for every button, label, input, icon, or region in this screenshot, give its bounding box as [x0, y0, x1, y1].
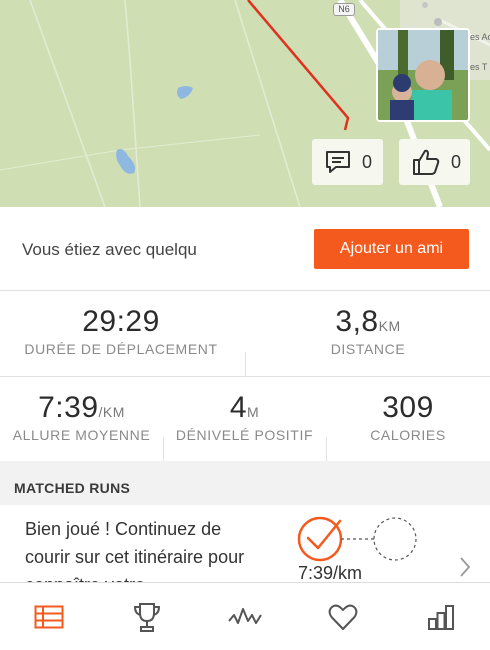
distance-label: DISTANCE [330, 341, 406, 357]
stat-moving-time: 29:29 DURÉE DE DÉPLACEMENT [10, 305, 232, 358]
nav-feed[interactable] [0, 583, 98, 650]
matched-runs-header: MATCHED RUNS [0, 461, 490, 505]
stat-calories: 309 CALORIES [326, 391, 490, 444]
divider [0, 376, 490, 377]
pace-label: ALLURE MOYENNE [12, 427, 151, 443]
road-badge: N6 [333, 3, 355, 16]
with-friends-text: Vous étiez avec quelqu [22, 240, 197, 259]
elevation-label: DÉNIVELÉ POSITIF [175, 427, 314, 443]
moving-time-value: 29:29 [82, 305, 160, 338]
thumbs-up-icon [413, 149, 440, 175]
activity-map[interactable]: es Ac des T N6 0 0 [0, 0, 490, 207]
comments-count: 0 [362, 151, 373, 172]
distance-value: 3,8 [335, 305, 379, 338]
pace-unit: /KM [98, 404, 125, 420]
elevation-unit: M [247, 404, 260, 420]
elevation-value: 4 [229, 391, 247, 424]
kudos-count: 0 [451, 151, 462, 172]
stat-elevation: 4M DÉNIVELÉ POSITIF [163, 391, 326, 444]
matched-runs-card[interactable]: Bien joué ! Continuez de courir sur cet … [0, 505, 490, 582]
kudos-button[interactable]: 0 [399, 139, 470, 185]
add-friend-button[interactable]: Ajouter un ami [314, 229, 469, 269]
matched-runs-icon [297, 516, 417, 562]
distance-unit: KM [378, 318, 401, 334]
stats-icon [428, 604, 454, 630]
comments-button[interactable]: 0 [312, 139, 383, 185]
trophy-icon [133, 602, 161, 632]
stat-pace: 7:39/KM ALLURE MOYENNE [0, 391, 163, 444]
divider [326, 437, 327, 461]
svg-text:es Ac: es Ac [470, 32, 490, 42]
matched-runs-title: MATCHED RUNS [14, 480, 131, 496]
comment-icon [326, 151, 350, 173]
nav-challenges[interactable] [98, 583, 196, 650]
pace-value: 7:39 [38, 391, 99, 424]
calories-value: 309 [382, 391, 434, 424]
feed-icon [34, 605, 64, 628]
calories-label: CALORIES [370, 427, 446, 443]
activity-photo[interactable] [376, 28, 470, 122]
matched-runs-message: Bien joué ! Continuez de courir sur cet … [25, 519, 245, 582]
heart-icon [328, 604, 358, 630]
activity-icon [228, 607, 262, 624]
nav-profile[interactable] [392, 583, 490, 650]
divider [245, 352, 246, 376]
matched-runs-pace: 7:39/km [298, 563, 363, 582]
nav-activity[interactable] [196, 583, 294, 650]
stat-distance: 3,8KM DISTANCE [258, 305, 478, 358]
chevron-right-icon[interactable] [458, 555, 472, 579]
divider [163, 437, 164, 461]
nav-health[interactable] [294, 583, 392, 650]
bottom-nav [0, 582, 490, 650]
moving-time-label: DURÉE DE DÉPLACEMENT [24, 341, 218, 357]
